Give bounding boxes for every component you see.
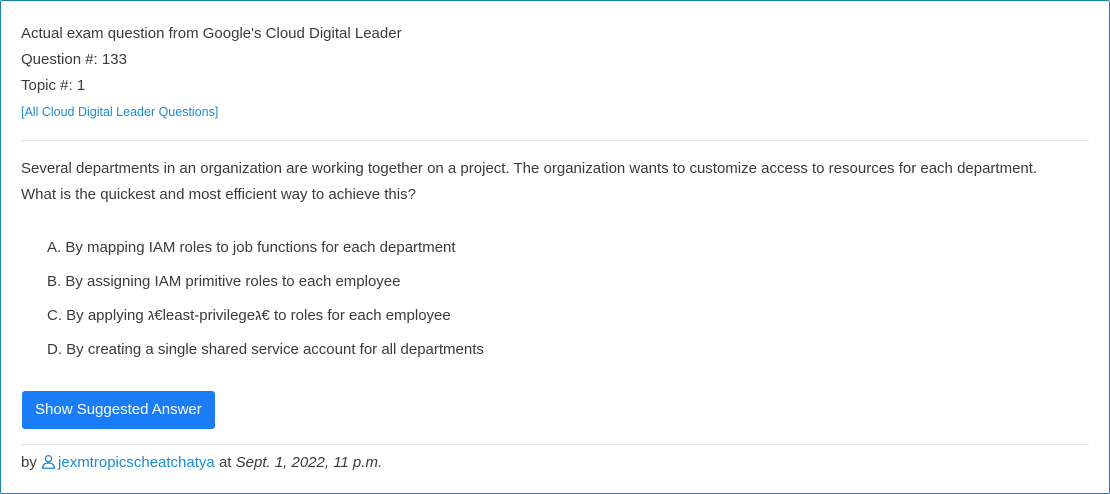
choice-b[interactable]: B. By assigning IAM primitive roles to e… (47, 272, 484, 306)
post-date: Sept. 1, 2022, 11 p.m. (235, 454, 383, 471)
user-icon (42, 454, 55, 469)
by-label: by (21, 454, 37, 471)
divider (21, 444, 1089, 445)
divider (21, 140, 1089, 141)
choice-a[interactable]: A. By mapping IAM roles to job functions… (47, 238, 484, 272)
question-text: Several departments in an organization a… (21, 160, 1038, 177)
at-label: at (218, 454, 232, 471)
author-link[interactable]: jexmtropicscheatchatya (41, 454, 215, 471)
question-header: Actual exam question from Google's Cloud… (21, 21, 402, 125)
all-questions-link[interactable]: [All Cloud Digital Leader Questions] (21, 99, 218, 125)
topic-number: Topic #: 1 (21, 77, 86, 94)
show-suggested-answer-button[interactable]: Show Suggested Answer (22, 391, 215, 429)
author-name: jexmtropicscheatchatya (58, 454, 215, 471)
choice-c[interactable]: C. By applying ג€least-privilegeג€ to ro… (47, 306, 484, 340)
choice-d[interactable]: D. By creating a single shared service a… (47, 340, 484, 374)
question-prompt: What is the quickest and most efficient … (21, 186, 416, 203)
answer-choices: A. By mapping IAM roles to job functions… (47, 238, 484, 374)
exam-title: Actual exam question from Google's Cloud… (21, 25, 402, 42)
question-card: Actual exam question from Google's Cloud… (0, 0, 1110, 494)
question-body: Several departments in an organization a… (21, 156, 1081, 208)
question-footer: by jexmtropicscheatchatya at Sept. 1, 20… (21, 452, 382, 474)
question-number: Question #: 133 (21, 51, 127, 68)
